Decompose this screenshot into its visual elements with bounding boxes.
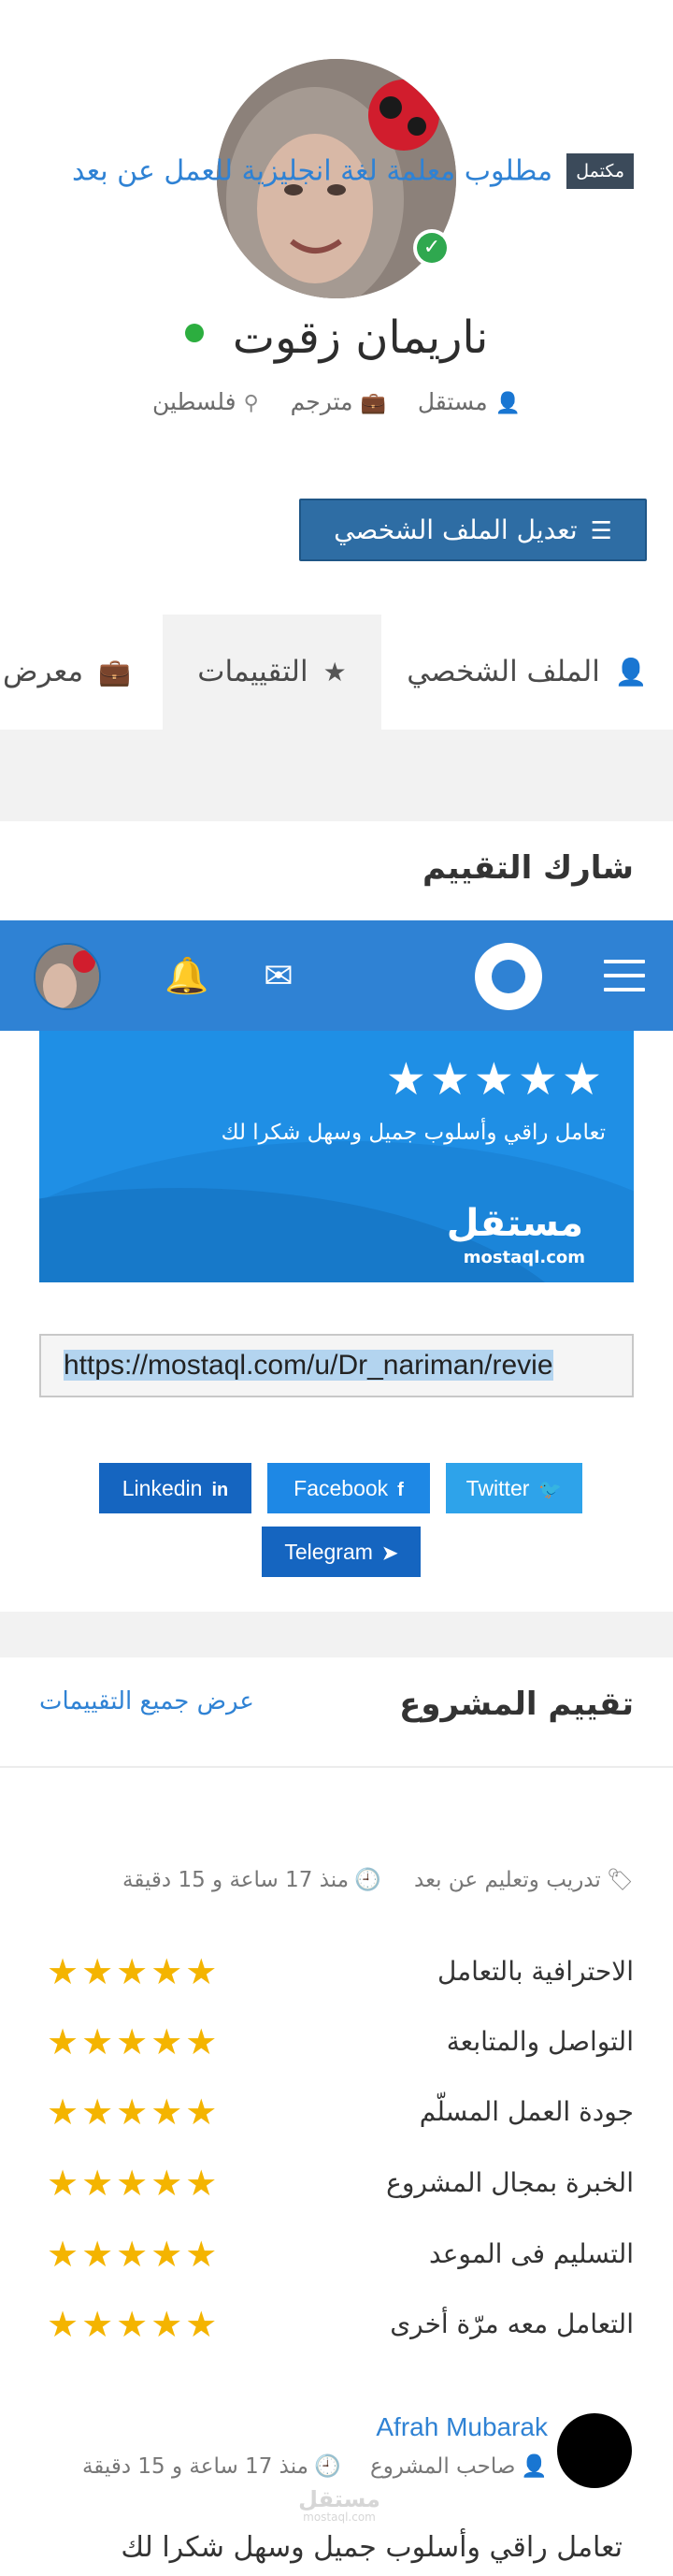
criterion-row: الخبرة بمجال المشروع ★★★★★ — [39, 2159, 634, 2207]
facebook-icon: f — [397, 1480, 404, 1500]
mostaql-watermark: مستقل mostaql.com — [298, 2486, 380, 2524]
rating-stars: ★★★★★ — [47, 2304, 221, 2345]
bell-icon[interactable]: 🔔 — [165, 954, 208, 997]
briefcase-icon: 💼 — [98, 657, 131, 687]
app-header: ✉ 🔔 — [0, 920, 673, 1031]
rating-stars: ★★★★★ — [47, 2091, 221, 2133]
user-icon: 👤 — [521, 2454, 548, 2479]
briefcase-icon: 💼 — [360, 392, 386, 415]
edit-profile-button[interactable]: ☰تعديل الملف الشخصي — [299, 499, 647, 561]
logo-icon[interactable] — [475, 943, 542, 1010]
verified-badge-icon: ✓ — [413, 229, 451, 267]
online-status-icon — [184, 324, 204, 342]
share-telegram-button[interactable]: Telegram ➤ — [262, 1527, 421, 1577]
banner-review-text: تعامل راقي وأسلوب جميل وسهل شكرا لك — [221, 1121, 606, 1145]
review-text: تعامل راقي وأسلوب جميل وسهل شكرا لك — [121, 2531, 623, 2564]
share-review-title: شارك التقييم — [422, 849, 634, 887]
profile-name-row: ناريمان زقوت — [0, 309, 673, 367]
menu-icon[interactable] — [604, 960, 645, 991]
telegram-icon: ➤ — [381, 1543, 398, 1564]
reviewer-avatar[interactable] — [557, 2413, 632, 2488]
tab-reviews[interactable]: ★التقييمات — [163, 615, 381, 730]
profile-tabs: 👤الملف الشخصي ★التقييمات 💼معرض ا — [0, 615, 673, 730]
criterion-row: التعامل معه مرّة أخرى ★★★★★ — [39, 2300, 634, 2349]
project-review-title: تقييم المشروع — [399, 1686, 634, 1723]
header-avatar[interactable] — [34, 943, 101, 1010]
meta-type: 👤مستقل — [417, 388, 522, 415]
meta-country: ⚲فلسطين — [151, 388, 259, 415]
project-category[interactable]: تدريب وتعليم عن بعد — [414, 1868, 601, 1892]
mostaql-logo-en: mostaql.com — [463, 1248, 585, 1267]
reviewer-meta: 👤صاحب المشروع 🕘منذ 17 ساعة و 15 دقيقة — [81, 2454, 548, 2479]
banner-stars: ★★★★★ — [385, 1053, 606, 1106]
user-icon: 👤 — [494, 392, 522, 415]
share-twitter-button[interactable]: Twitter 🐦 — [446, 1463, 582, 1513]
project-meta: 🏷تدريب وتعليم عن بعد 🕘منذ 17 ساعة و 15 د… — [122, 1867, 634, 1892]
profile-header: ✓ ناريمان زقوت 👤مستقل 💼مترجم ⚲فلسطين ☰تع… — [0, 0, 673, 615]
tab-portfolio[interactable]: 💼معرض ا — [0, 615, 150, 730]
criterion-row: التسليم فى الموعد ★★★★★ — [39, 2230, 634, 2279]
share-linkedin-button[interactable]: Linkedin in — [99, 1463, 251, 1513]
tab-profile[interactable]: 👤الملف الشخصي — [381, 615, 673, 730]
rating-stars: ★★★★★ — [47, 2163, 221, 2204]
profile-name: ناريمان زقوت — [232, 311, 489, 364]
criterion-row: الاحترافية بالتعامل ★★★★★ — [39, 1947, 634, 1996]
star-icon: ★ — [322, 657, 347, 687]
clock-icon: 🕘 — [314, 2454, 341, 2479]
profile-meta: 👤مستقل 💼مترجم ⚲فلسطين — [0, 384, 673, 421]
criterion-row: جودة العمل المسلّم ★★★★★ — [39, 2088, 634, 2136]
reviewer-name-link[interactable]: Afrah Mubarak — [376, 2412, 548, 2442]
status-badge: مكتمل — [566, 153, 634, 189]
rating-stars: ★★★★★ — [47, 2234, 221, 2275]
rating-stars: ★★★★★ — [47, 1951, 221, 1992]
meta-profession: 💼مترجم — [290, 388, 386, 415]
linkedin-icon: in — [211, 1480, 229, 1500]
project-title-link[interactable]: مطلوب معلمة لغة انجليزية للعمل عن بعد — [72, 155, 552, 188]
share-url-input[interactable]: https://mostaql.com/u/Dr_nariman/revie — [39, 1334, 634, 1397]
location-icon: ⚲ — [243, 392, 259, 415]
user-icon: 👤 — [614, 657, 648, 687]
rating-stars: ★★★★★ — [47, 2021, 221, 2062]
criterion-row: التواصل والمتابعة ★★★★★ — [39, 2018, 634, 2066]
divider — [0, 1766, 673, 1768]
clock-icon: 🕘 — [354, 1868, 381, 1892]
sliders-icon: ☰ — [590, 517, 612, 545]
share-facebook-button[interactable]: Facebook f — [267, 1463, 430, 1513]
twitter-icon: 🐦 — [538, 1480, 563, 1500]
project-title-row: مكتمل مطلوب معلمة لغة انجليزية للعمل عن … — [72, 153, 634, 193]
all-reviews-link[interactable]: عرض جميع التقييمات — [39, 1687, 254, 1715]
tags-icon: 🏷 — [606, 1868, 634, 1892]
mostaql-logo: مستقل — [446, 1202, 583, 1245]
review-share-image: ★★★★★ تعامل راقي وأسلوب جميل وسهل شكرا ل… — [39, 1029, 634, 1282]
mail-icon[interactable]: ✉ — [264, 954, 294, 997]
project-time: منذ 17 ساعة و 15 دقيقة — [122, 1868, 350, 1892]
